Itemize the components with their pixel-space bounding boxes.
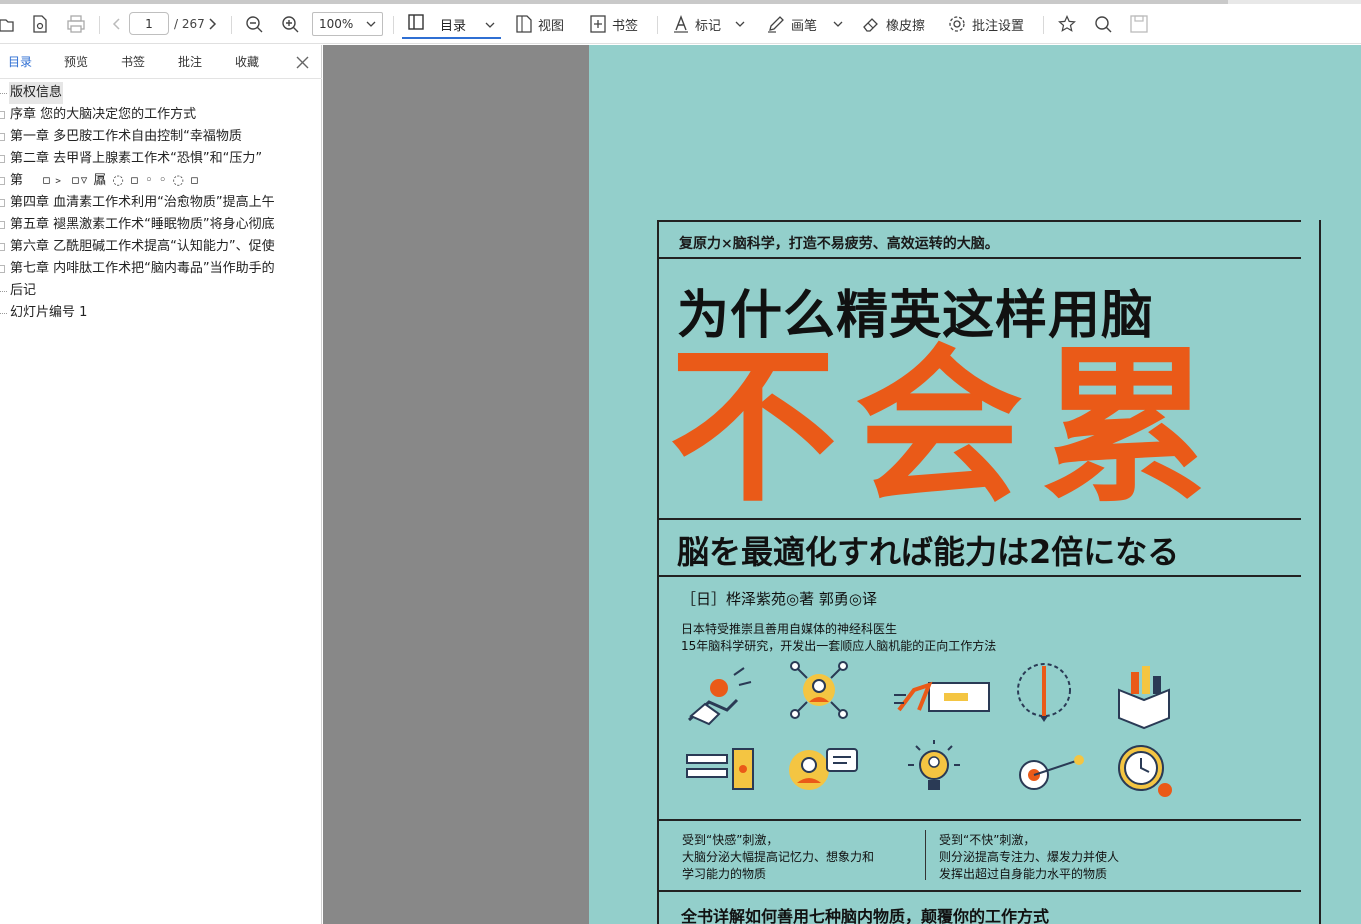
- toc-item[interactable]: 后记: [0, 280, 321, 302]
- clock-gear-icon: [1118, 745, 1172, 797]
- expand-icon: [0, 177, 5, 185]
- save-icon[interactable]: [1130, 4, 1148, 44]
- process-flow-icon: [686, 748, 754, 790]
- cover-illustration-icons: [686, 661, 1172, 797]
- sidebar-tabs: 目录 预览 书签 批注 收藏: [0, 45, 322, 79]
- toc-item[interactable]: 第七章 内啡肽工作术把“脑内毒品”当作助手的: [0, 258, 321, 280]
- tab-annotations[interactable]: 批注: [178, 45, 202, 79]
- view-icon: [516, 15, 532, 33]
- open-file-icon[interactable]: [0, 4, 14, 44]
- dartboard-icon: [1019, 755, 1084, 790]
- expand-icon: [0, 199, 5, 207]
- cover-blurb: 日本特受推崇且善用自媒体的神经科医生 15年脑科学研究，开发出一套顺应人脑机能的…: [681, 622, 997, 653]
- hand-touch-icon: [687, 667, 752, 726]
- compass-pencil-icon: [1017, 663, 1071, 722]
- toc-item[interactable]: 第二章 去甲肾上腺素工作术“恐惧”和“压力”: [0, 148, 321, 170]
- cover-japanese-title: 脳を最適化すれば能力は2倍になる: [677, 533, 1180, 571]
- toc-item[interactable]: 第五章 褪黑激素工作术“睡眠物质”将身心彻底: [0, 214, 321, 236]
- bookmark-add-icon: [590, 15, 606, 33]
- cover-subtitle: 复原力×脑科学，打造不易疲劳、高效运转的大脑。: [679, 236, 999, 252]
- export-page-icon[interactable]: [32, 4, 48, 44]
- text-mark-icon: [674, 15, 688, 33]
- tab-favorites[interactable]: 收藏: [235, 45, 259, 79]
- book-cover-page: 复原力×脑科学，打造不易疲劳、高效运转的大脑。 为什么精英这样用脑 不会累 脳を…: [589, 45, 1361, 924]
- toc-list: 版权信息 序章 您的大脑决定您的工作方式 第一章 多巴胺工作术自由控制“幸福物质…: [0, 82, 321, 382]
- expand-icon: [0, 155, 5, 163]
- team-person-icon: [790, 661, 848, 719]
- chevron-down-icon: [735, 21, 745, 27]
- cover-col-left: 受到“快感”刺激， 大脑分泌大幅提高记忆力、想象力和 学习能力的物质: [682, 833, 875, 881]
- zoom-out-icon[interactable]: [245, 4, 263, 44]
- box-chart-icon: [1118, 666, 1170, 730]
- bookmark-button[interactable]: 书签: [590, 4, 638, 44]
- tab-preview[interactable]: 预览: [64, 45, 88, 79]
- chevron-down-icon: [366, 21, 376, 27]
- toc-item[interactable]: 序章 您的大脑决定您的工作方式: [0, 104, 321, 126]
- page-total: / 267: [174, 17, 205, 31]
- cover-col-right: 受到“不快”刺激， 则分泌提高专注力、爆发力并使人 发挥出超过自身能力水平的物质: [939, 833, 1120, 881]
- tab-bookmarks[interactable]: 书签: [121, 45, 145, 79]
- expand-icon: [0, 243, 5, 251]
- close-icon[interactable]: [296, 56, 309, 69]
- cover-author: ［日］桦泽紫苑◎著 郭勇◎译: [681, 590, 877, 608]
- cover-bottom-tagline: 全书详解如何善用七种脑内物质，颠覆你的工作方式: [681, 907, 1050, 924]
- expand-icon: [0, 133, 5, 141]
- favorite-icon[interactable]: [1058, 4, 1076, 44]
- page-number-input[interactable]: 1: [129, 12, 169, 35]
- print-icon[interactable]: [67, 4, 85, 44]
- expand-icon: [0, 265, 5, 273]
- sidebar-icon: [408, 14, 424, 34]
- sidebar: 目录 预览 书签 批注 收藏 版权信息 序章 您的大脑决定您的工作方式 第一章 …: [0, 45, 322, 924]
- zoom-in-icon[interactable]: [281, 4, 299, 44]
- chevron-down-icon: [485, 22, 495, 28]
- eraser-icon: [863, 18, 878, 32]
- toolbar: 1 / 267 100% 目录 视图 书签 标记 画笔 橡皮擦 批注设置: [0, 4, 1361, 44]
- cover-title-line2: 不会累: [669, 327, 1227, 525]
- search-icon[interactable]: [1094, 4, 1112, 44]
- pen-button[interactable]: 画笔: [767, 4, 843, 44]
- lightbulb-icon: [908, 740, 960, 790]
- toc-item[interactable]: 第四章 血清素工作术利用“治愈物质”提高上午: [0, 192, 321, 214]
- annotation-settings-button[interactable]: 批注设置: [948, 4, 1024, 44]
- toc-toggle-button[interactable]: 目录: [402, 11, 501, 39]
- chevron-down-icon: [833, 21, 843, 27]
- next-page-icon[interactable]: [207, 4, 217, 44]
- viewer-background: [323, 45, 589, 924]
- expand-icon: [0, 221, 5, 229]
- toc-item[interactable]: 第一章 多巴胺工作术自由控制“幸福物质: [0, 126, 321, 148]
- toc-item[interactable]: 第六章 乙酰胆碱工作术提高“认知能力”、促使: [0, 236, 321, 258]
- prev-page-icon[interactable]: [112, 4, 122, 44]
- toc-item[interactable]: 第 ▫﹥ ▫▿ 屭 ◌ ▫ ◦ ◦ ◌ ▫: [0, 170, 321, 192]
- gear-icon: [949, 16, 965, 32]
- view-button[interactable]: 视图: [516, 4, 564, 44]
- mark-button[interactable]: 标记: [673, 4, 745, 44]
- tab-toc[interactable]: 目录: [8, 45, 32, 79]
- expand-icon: [0, 111, 5, 119]
- running-figure-icon: [894, 681, 990, 712]
- toc-item[interactable]: 幻灯片编号 1: [0, 302, 321, 324]
- person-chat-icon: [789, 748, 858, 790]
- eraser-button[interactable]: 橡皮擦: [862, 4, 925, 44]
- toc-item[interactable]: 版权信息: [0, 82, 321, 104]
- zoom-select[interactable]: 100%: [312, 12, 383, 36]
- pen-icon: [768, 16, 784, 33]
